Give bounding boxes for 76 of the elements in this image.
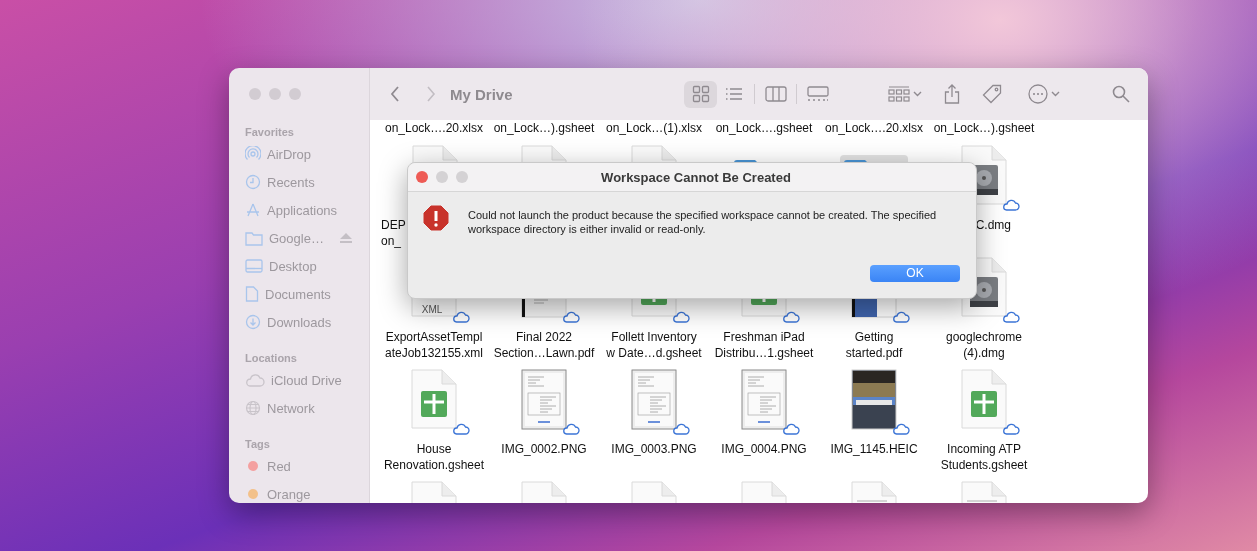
file-name: on_Lock….gsheet — [714, 120, 814, 137]
minimize-button[interactable] — [436, 171, 448, 183]
list-icon — [724, 87, 743, 101]
download-icon — [245, 314, 261, 330]
file-name: IMG_0004.PNG — [721, 441, 807, 457]
globe-icon — [245, 400, 261, 416]
sidebar-heading: Tags — [244, 437, 271, 452]
sidebar-item[interactable]: iCloud Drive — [271, 372, 342, 388]
back-icon[interactable] — [390, 86, 400, 102]
file-type-label: XML — [421, 304, 443, 315]
close-button[interactable] — [249, 88, 261, 100]
eject-icon[interactable] — [339, 233, 352, 243]
file-name: C.dmg — [975, 217, 1011, 233]
minimize-button[interactable] — [269, 88, 281, 100]
file-name: Final 2022 Section…Lawn.pdf — [493, 329, 595, 361]
file-name: Incoming ATP Students.gsheet — [940, 441, 1028, 473]
dialog-message: Could not launch the product because the specified workspace cannot be created. The specified workspace directory is either invalid or read-only. — [468, 208, 938, 236]
sidebar-item[interactable]: Downloads — [267, 314, 332, 330]
file-name: IMG_0002.PNG — [501, 441, 587, 457]
file-name: Follett Inventory w Date…d.gsheet — [606, 329, 702, 361]
file-name: googlechrome (4).dmg — [945, 329, 1023, 361]
cloud-icon — [245, 373, 265, 387]
sidebar-heading: Favorites — [244, 125, 295, 140]
more-button[interactable] — [1028, 84, 1060, 104]
document-icon — [245, 286, 259, 302]
screenshot-thumbnail[interactable] — [518, 367, 570, 433]
ok-button[interactable]: OK — [870, 265, 960, 282]
sidebar-item[interactable]: Network — [267, 400, 315, 416]
sidebar-item[interactable]: Google… — [269, 230, 324, 246]
share-icon[interactable] — [944, 84, 960, 104]
file-name: IMG_1145.HEIC — [830, 441, 918, 457]
sidebar-item[interactable]: AirDrop — [267, 146, 312, 162]
sidebar-item[interactable]: Orange — [267, 486, 311, 502]
chevron-down-icon — [913, 91, 922, 97]
file-name: DEP on_ — [381, 217, 406, 249]
sidebar-item[interactable]: Red — [267, 458, 291, 474]
icons-view-button[interactable] — [684, 80, 717, 108]
sidebar-heading: Locations — [244, 351, 298, 366]
file-name: Freshman iPad Distribu…1.gsheet — [714, 329, 814, 361]
sidebar-item[interactable]: Recents — [267, 174, 315, 190]
file-name: on_Lock….20.xlsx — [383, 120, 485, 137]
gallery-icon — [806, 86, 829, 102]
forward-icon[interactable] — [426, 86, 436, 102]
clock-icon — [245, 174, 261, 190]
file-name: ExportAssetTempl ateJob132155.xml — [384, 329, 484, 361]
sidebar-item[interactable]: Documents — [265, 286, 331, 302]
close-button[interactable] — [416, 171, 428, 183]
group-by-button[interactable] — [888, 86, 922, 102]
tag-icon[interactable] — [982, 84, 1002, 104]
window-title: My Drive — [450, 85, 513, 103]
file-name: House Renovation.gsheet — [383, 441, 485, 473]
sidebar-item[interactable]: Applications — [267, 202, 338, 218]
screenshot-thumbnail[interactable] — [738, 367, 790, 433]
chevron-down-icon — [1051, 91, 1060, 97]
search-icon[interactable] — [1112, 85, 1130, 103]
airdrop-icon — [245, 146, 261, 162]
folder-icon — [245, 230, 263, 246]
file-name: on_Lock…(1).xlsx — [604, 120, 703, 137]
screenshot-thumbnail[interactable] — [628, 367, 680, 433]
file-name: Getting started.pdf — [845, 329, 903, 361]
file-name: on_Lock…).gsheet — [492, 120, 596, 137]
file-name: on_Lock….20.xlsx — [823, 120, 925, 137]
ellipsis-icon — [1028, 84, 1048, 104]
desktop-icon — [245, 259, 263, 273]
photo-placeholder[interactable] — [848, 367, 900, 433]
grid-icon — [691, 85, 710, 103]
zoom-button[interactable] — [289, 88, 301, 100]
dialog-title: Workspace Cannot Be Created — [601, 169, 791, 185]
columns-icon — [764, 86, 787, 102]
grid-icon — [888, 86, 910, 102]
sidebar-item[interactable]: Desktop — [269, 258, 317, 274]
warning-icon — [422, 204, 450, 232]
file-name: on_Lock…).gsheet — [932, 120, 1036, 137]
file-name: IMG_0003.PNG — [611, 441, 697, 457]
applications-icon — [245, 202, 261, 218]
zoom-button[interactable] — [456, 171, 468, 183]
